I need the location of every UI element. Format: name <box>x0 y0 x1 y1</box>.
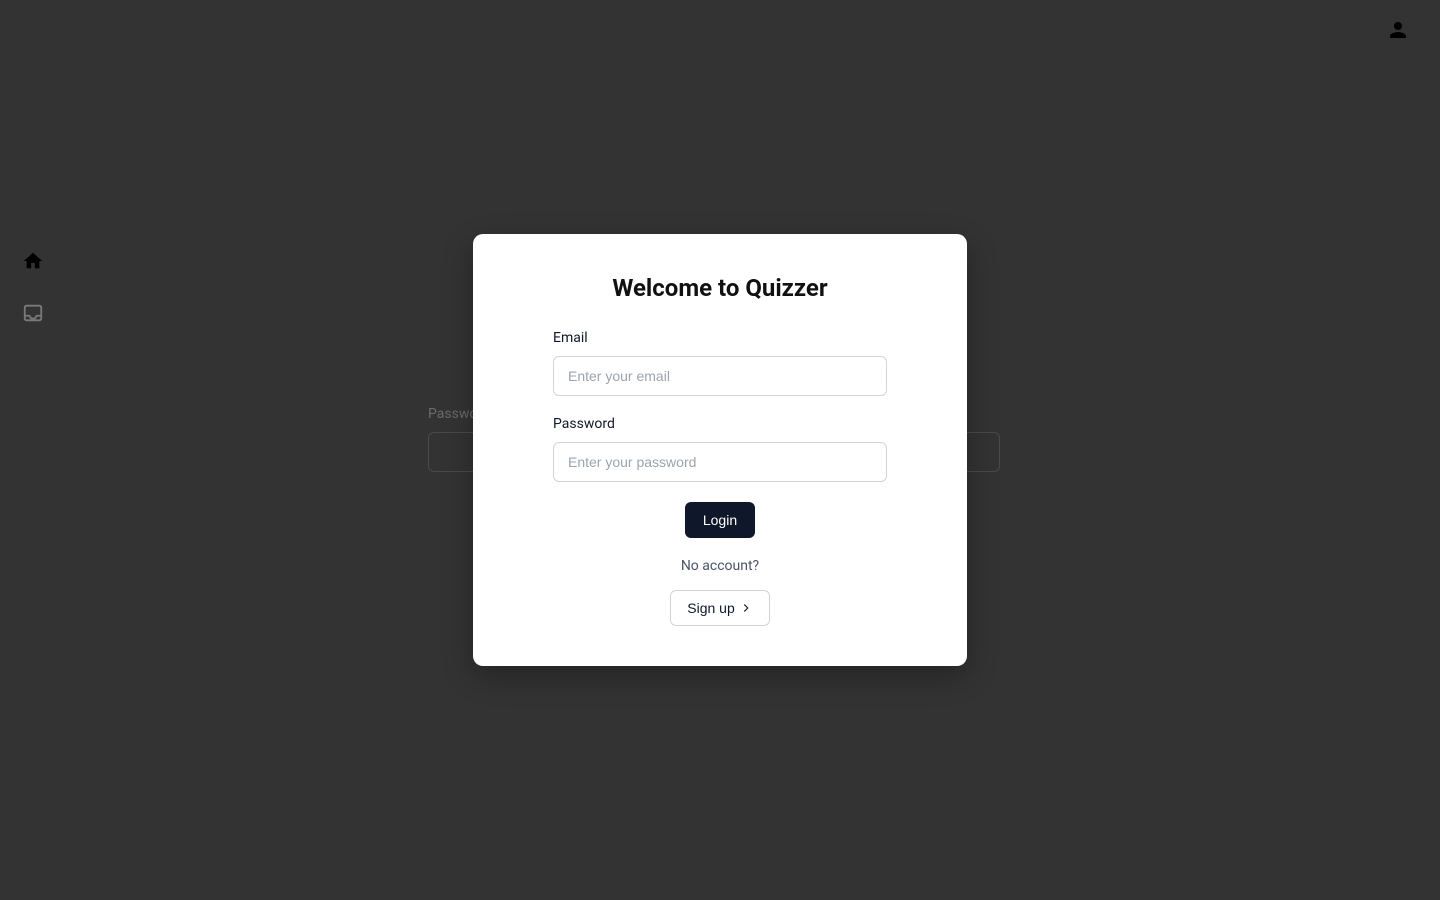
email-field[interactable] <box>553 356 887 396</box>
no-account-text: No account? <box>553 558 887 574</box>
email-group: Email <box>553 330 887 396</box>
signup-button[interactable]: Sign up <box>670 590 769 626</box>
email-label: Email <box>553 330 887 346</box>
login-modal: Welcome to Quizzer Email Password Login … <box>473 234 967 666</box>
login-button[interactable]: Login <box>685 502 755 538</box>
signup-button-label: Sign up <box>687 600 734 616</box>
password-label: Password <box>553 416 887 432</box>
chevron-right-icon <box>739 601 753 615</box>
password-group: Password <box>553 416 887 482</box>
modal-overlay: Welcome to Quizzer Email Password Login … <box>0 0 1440 900</box>
modal-title: Welcome to Quizzer <box>553 274 887 302</box>
password-field[interactable] <box>553 442 887 482</box>
